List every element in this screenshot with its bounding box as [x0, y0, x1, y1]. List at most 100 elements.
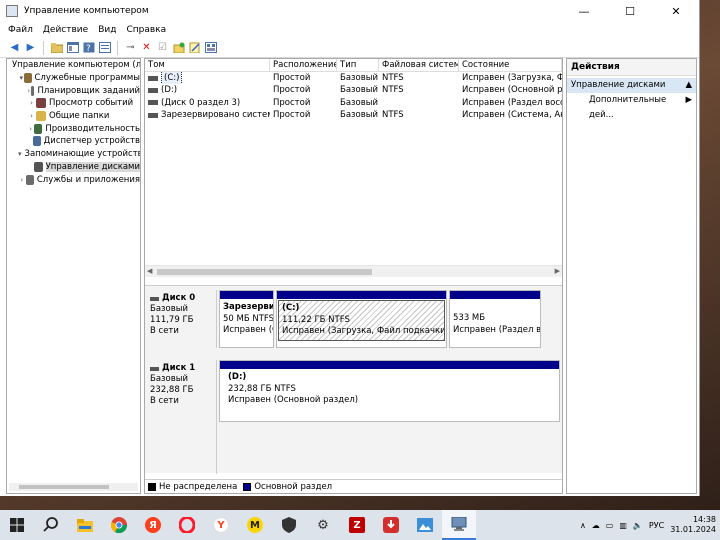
volume-row[interactable]: (Диск 0 раздел 3) Простой Базовый Исправен … — [145, 97, 562, 109]
column-header-type[interactable]: Тип — [337, 59, 379, 71]
volume-icon — [148, 87, 158, 93]
file-explorer-icon[interactable] — [68, 510, 102, 540]
start-button[interactable] — [0, 510, 34, 540]
column-header-volume[interactable]: Том — [145, 59, 270, 71]
volume-row[interactable]: (D:) Простой Базовый NTFS Исправен (Основной… — [145, 84, 562, 96]
disk-row[interactable]: Диск 1 Базовый 232,88 ГБ В сети (D:) 232… — [145, 360, 562, 422]
properties-icon[interactable] — [98, 41, 111, 54]
tree-item[interactable]: › Просмотр событий — [7, 97, 140, 110]
settings-gear-icon[interactable]: ⚙ — [306, 510, 340, 540]
tree-item[interactable]: › Планировщик заданий — [7, 84, 140, 97]
taskbar: Я Y М ⚙ Z ∧ ☁ ▭ ▥ 🔈 РУС 14:38 31.01.2024 — [0, 510, 720, 540]
new-folder-icon[interactable] — [172, 41, 185, 54]
expand-arrow-icon[interactable]: › — [27, 112, 36, 120]
minimize-button[interactable]: — — [561, 0, 607, 22]
tree-item[interactable]: › Службы и приложения — [7, 173, 140, 186]
tree-horizontal-scrollbar[interactable] — [9, 483, 138, 491]
menu-action[interactable]: Действие — [43, 25, 88, 35]
partition-recovery[interactable]: 533 МБ Исправен (Раздел вос — [449, 290, 541, 348]
tree-node-icon — [34, 161, 43, 172]
more-actions-item[interactable]: Дополнительные дей... ▶ — [567, 93, 696, 120]
cloud-icon[interactable]: ☁ — [592, 521, 600, 530]
expand-arrow-icon[interactable]: › — [27, 125, 34, 133]
partition-color-bar — [277, 291, 446, 299]
battery-icon[interactable]: ▭ — [606, 521, 614, 530]
download-app-icon[interactable] — [374, 510, 408, 540]
actions-section-disk-management[interactable]: Управление дисками ▲ — [567, 78, 696, 93]
volume-icon[interactable]: 🔈 — [633, 521, 643, 530]
tree-item[interactable]: ▾ Запоминающие устройств — [7, 148, 140, 161]
tree-item[interactable]: Управление дисками — [7, 161, 140, 174]
yandex-browser-icon[interactable]: Я — [136, 510, 170, 540]
legend-unallocated: Не распределена — [159, 481, 238, 492]
partition-size: 50 МБ NTFS — [223, 313, 273, 324]
disk-row[interactable]: Диск 0 Базовый 111,79 ГБ В сети Зарезерв… — [145, 290, 562, 348]
tree-item[interactable]: › Производительность — [7, 122, 140, 135]
check-icon[interactable]: ☑ — [156, 41, 169, 54]
yandex-market-icon[interactable]: М — [238, 510, 272, 540]
scroll-left-icon[interactable]: ◀ — [147, 267, 152, 275]
menu-view[interactable]: Вид — [98, 25, 116, 35]
scrollbar-thumb[interactable] — [157, 269, 372, 275]
menu-bar: Файл Действие Вид Справка — [0, 22, 699, 38]
column-header-layout[interactable]: Расположение — [270, 59, 337, 71]
volume-list-horizontal-scrollbar[interactable]: ◀ ▶ — [145, 265, 562, 277]
clock[interactable]: 14:38 31.01.2024 — [670, 515, 716, 535]
tree-item[interactable]: Диспетчер устройств — [7, 135, 140, 148]
maximize-button[interactable]: ☐ — [607, 0, 653, 22]
language-indicator[interactable]: РУС — [649, 521, 664, 530]
partition-c[interactable]: (C:) 111,22 ГБ NTFS Исправен (Загрузка, … — [276, 290, 447, 348]
security-shield-icon[interactable] — [272, 510, 306, 540]
volume-layout-cell: Простой — [273, 97, 311, 108]
opera-icon[interactable] — [170, 510, 204, 540]
expand-arrow-icon[interactable]: ▾ — [18, 150, 22, 158]
filezilla-icon[interactable]: Z — [340, 510, 374, 540]
volume-rows: (C:) Простой Базовый NTFS Исправен (Загрузка… — [145, 72, 562, 121]
connect-icon[interactable]: ⊸ — [124, 41, 137, 54]
partition-d[interactable]: (D:) 232,88 ГБ NTFS Исправен (Основной р… — [219, 360, 560, 422]
expand-arrow-icon[interactable]: › — [27, 99, 36, 107]
network-icon[interactable]: ▥ — [619, 521, 627, 530]
partition-reserved[interactable]: Зарезервир 50 МБ NTFS Исправен (С — [219, 290, 274, 348]
tree-list: Управление компьютером (лс ▾ Служебные про… — [7, 59, 140, 186]
disk-size: 111,79 ГБ — [150, 315, 194, 325]
tree-node-icon — [36, 111, 46, 122]
disk-label[interactable]: Диск 0 Базовый 111,79 ГБ В сети — [145, 290, 217, 348]
close-button[interactable]: ✕ — [653, 0, 699, 22]
tree-item[interactable]: › Общие папки — [7, 110, 140, 123]
disk-label[interactable]: Диск 1 Базовый 232,88 ГБ В сети — [145, 360, 217, 422]
collapse-arrow-icon[interactable]: ▲ — [685, 78, 692, 93]
help-icon[interactable]: ? — [82, 41, 95, 54]
edit-icon[interactable] — [188, 41, 201, 54]
folder-icon[interactable] — [50, 41, 63, 54]
volume-row[interactable]: Зарезервировано системойПростой БазовыйNT… — [145, 109, 562, 121]
tree-item[interactable]: ▾ Служебные программы — [7, 72, 140, 85]
column-header-filesystem[interactable]: Файловая система — [379, 59, 459, 71]
tree-item-label: Управление компьютером (лс — [12, 60, 141, 71]
scrollbar-thumb[interactable] — [19, 485, 109, 489]
yandex-icon[interactable]: Y — [204, 510, 238, 540]
actions-pane: Действия Управление дисками ▲ Дополнител… — [566, 58, 697, 494]
volume-status-cell: Исправен (Раздел восстан — [462, 97, 562, 108]
menu-file[interactable]: Файл — [8, 25, 33, 35]
view-icon[interactable] — [204, 41, 217, 54]
search-icon[interactable] — [34, 510, 68, 540]
tree-item-label: Общие папки — [49, 111, 110, 122]
volume-row[interactable]: (C:) Простой Базовый NTFS Исправен (Загрузка… — [145, 72, 562, 85]
disk-type: Базовый — [150, 304, 189, 314]
scroll-right-icon[interactable]: ▶ — [555, 267, 560, 275]
partition-size: 111,22 ГБ NTFS — [282, 314, 350, 325]
console-tree-icon[interactable] — [66, 41, 79, 54]
expand-arrow-icon[interactable]: › — [18, 176, 26, 184]
tree-item[interactable]: Управление компьютером (лс — [7, 59, 140, 72]
title-bar[interactable]: Управление компьютером — ☐ ✕ — [0, 0, 699, 22]
menu-help[interactable]: Справка — [126, 25, 166, 35]
show-hidden-icons-icon[interactable]: ∧ — [580, 521, 586, 530]
computer-management-taskbar-icon[interactable] — [442, 510, 476, 540]
column-header-status[interactable]: Состояние — [459, 59, 562, 71]
delete-icon[interactable]: ✕ — [140, 41, 153, 54]
forward-arrow-icon[interactable]: ▶ — [24, 41, 37, 54]
image-viewer-icon[interactable] — [408, 510, 442, 540]
back-arrow-icon[interactable]: ◀ — [8, 41, 21, 54]
chrome-icon[interactable] — [102, 510, 136, 540]
